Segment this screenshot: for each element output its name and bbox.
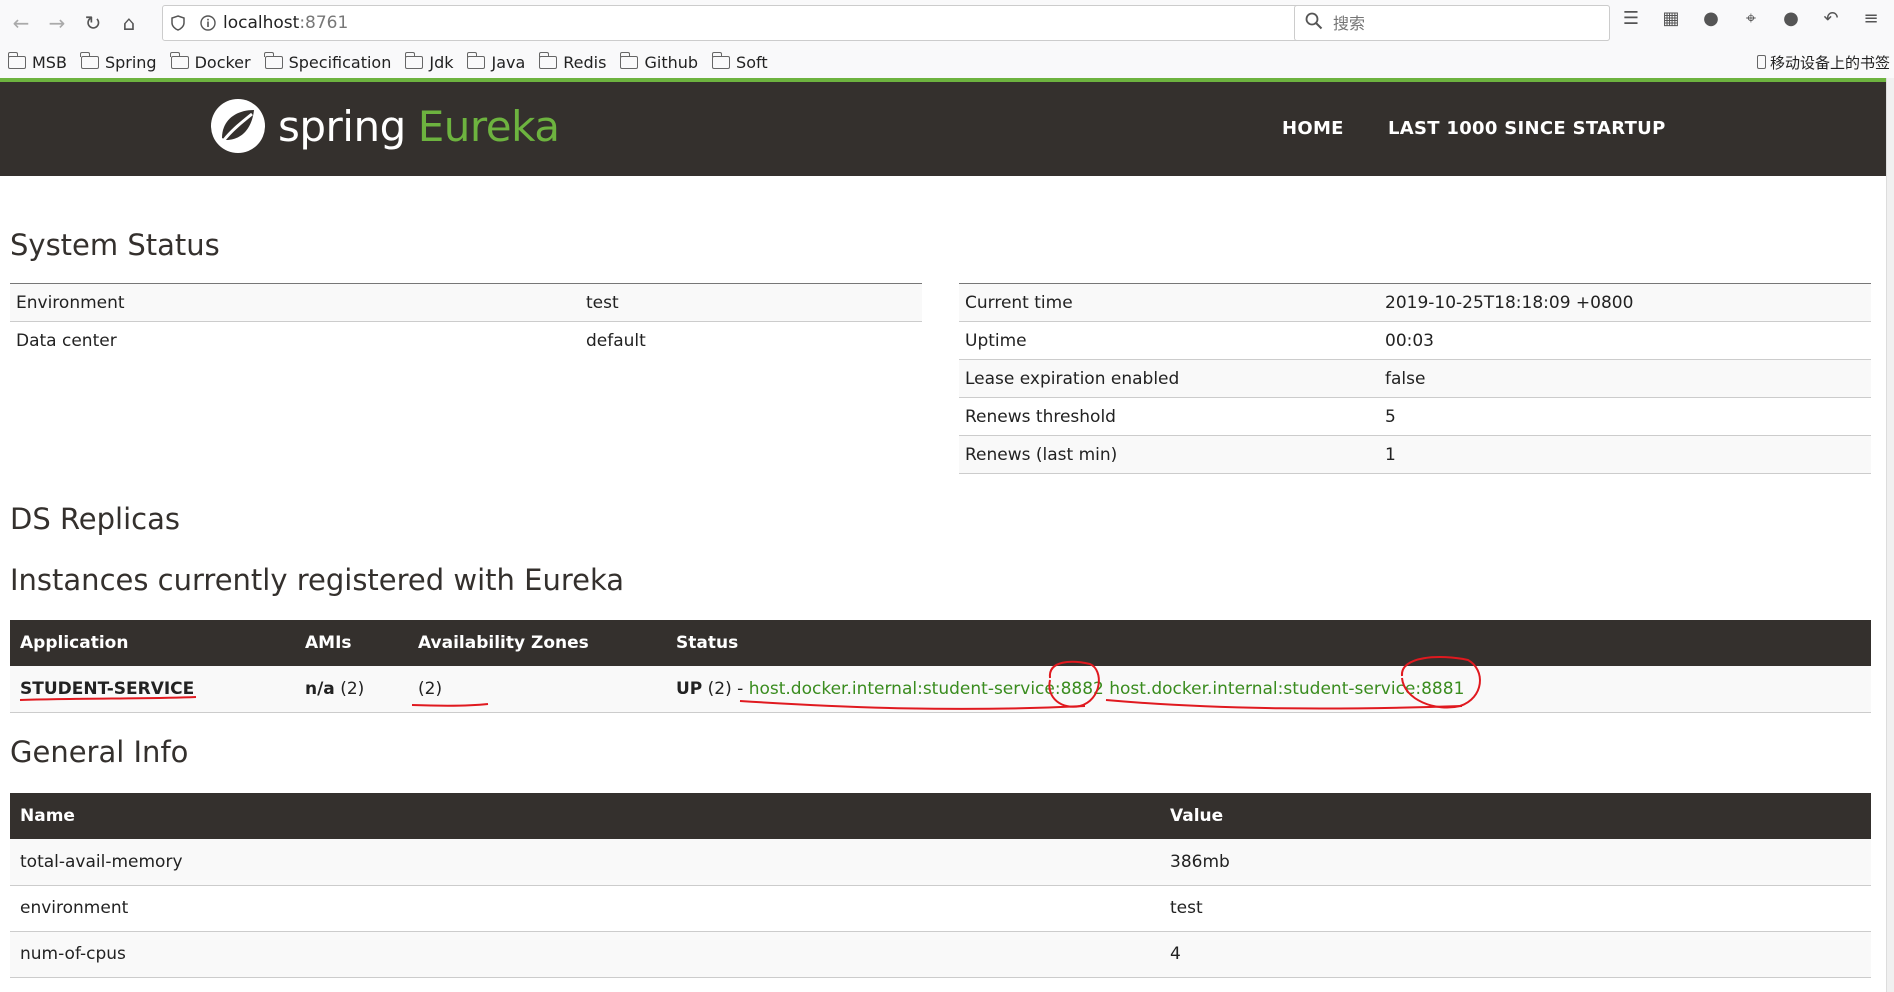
col-application: Application — [10, 620, 295, 666]
url-text: localhost:8761 — [223, 13, 349, 33]
col-availability-zones: Availability Zones — [408, 620, 666, 666]
ds-replicas-title: DS Replicas — [10, 502, 180, 536]
status-cell: UP (2) - host.docker.internal:student-se… — [666, 666, 1871, 713]
spring-leaf-icon — [211, 99, 265, 153]
bookmark-redis[interactable]: Redis — [538, 51, 606, 72]
menu-icon[interactable]: ≡ — [1860, 8, 1882, 29]
folder-icon — [538, 51, 558, 69]
nav-home[interactable]: HOME — [1282, 118, 1344, 139]
table-row: Renews threshold 5 — [959, 397, 1871, 436]
bookmark-msb[interactable]: MSB — [7, 51, 67, 72]
page-scrollbar[interactable] — [1886, 78, 1894, 992]
phone-icon — [1756, 55, 1766, 69]
eureka-header: spring Eureka HOME LAST 1000 SINCE STARTU… — [0, 82, 1886, 176]
bookmark-spring[interactable]: Spring — [80, 51, 157, 72]
undo-icon[interactable]: ↶ — [1820, 8, 1842, 29]
system-status-left-table: Environment test Data center default — [10, 283, 922, 360]
folder-icon — [466, 51, 486, 69]
instances-title: Instances currently registered with Eure… — [10, 563, 625, 597]
bookmark-java[interactable]: Java — [466, 51, 525, 72]
back-icon[interactable]: ← — [6, 8, 36, 38]
bookmark-specification[interactable]: Specification — [264, 51, 391, 72]
col-status: Status — [666, 620, 1871, 666]
table-row: Environment test — [10, 283, 922, 322]
table-row: total-avail-memory 386mb — [10, 839, 1871, 886]
screenshot-icon[interactable]: ⌖ — [1740, 8, 1762, 29]
table-row: Current time 2019-10-25T18:18:09 +0800 — [959, 283, 1871, 322]
spring-eureka-logo[interactable]: spring Eureka — [208, 96, 560, 156]
search-bar[interactable] — [1294, 5, 1610, 41]
table-row: num-of-cpus 4 — [10, 931, 1871, 978]
table-row: STUDENT-SERVICE n/a (2) (2) UP (2) - hos… — [10, 666, 1871, 713]
instance-link-8882[interactable]: host.docker.internal:student-service:888… — [749, 679, 1104, 699]
sidebar-icon[interactable]: ▦ — [1660, 8, 1682, 29]
search-input[interactable] — [1333, 13, 1573, 33]
general-info-table: Name Value total-avail-memory 386mb envi… — [10, 793, 1871, 978]
table-row: environment test — [10, 885, 1871, 932]
table-row: Data center default — [10, 321, 922, 360]
account-icon[interactable]: ● — [1700, 8, 1722, 29]
logo-eureka: Eureka — [417, 101, 560, 151]
system-status-title: System Status — [10, 228, 220, 262]
folder-icon — [170, 51, 189, 69]
col-amis: AMIs — [295, 620, 408, 666]
bookmark-github[interactable]: Github — [619, 51, 698, 72]
logo-spring: spring — [278, 101, 406, 151]
mobile-bookmarks[interactable]: 移动设备上的书签 — [1756, 46, 1894, 78]
search-icon — [1305, 12, 1323, 35]
table-row: Lease expiration enabled false — [959, 359, 1871, 398]
folder-icon — [80, 51, 99, 69]
col-name: Name — [10, 793, 1160, 839]
nav-last-1000[interactable]: LAST 1000 SINCE STARTUP — [1388, 118, 1666, 139]
system-status-right-table: Current time 2019-10-25T18:18:09 +0800 Up… — [959, 283, 1871, 474]
folder-icon — [7, 51, 26, 69]
shield-icon — [163, 15, 193, 31]
table-row: Uptime 00:03 — [959, 321, 1871, 360]
bookmark-soft[interactable]: Soft — [711, 51, 768, 72]
reload-icon[interactable]: ↻ — [78, 8, 108, 38]
instances-table: Application AMIs Availability Zones Stat… — [10, 620, 1871, 713]
general-info-title: General Info — [10, 735, 189, 769]
bookmark-docker[interactable]: Docker — [170, 51, 251, 72]
chat-icon[interactable]: ● — [1780, 8, 1802, 29]
forward-icon[interactable]: → — [42, 8, 72, 38]
col-value: Value — [1160, 793, 1871, 839]
amis-cell: n/a (2) — [295, 666, 408, 713]
home-icon[interactable]: ⌂ — [114, 8, 144, 38]
table-row: Renews (last min) 1 — [959, 435, 1871, 474]
library-icon[interactable]: ☰ — [1620, 8, 1642, 29]
bookmark-jdk[interactable]: Jdk — [404, 51, 453, 72]
folder-icon — [711, 51, 731, 69]
info-icon[interactable] — [193, 15, 223, 31]
app-name: STUDENT-SERVICE — [10, 666, 295, 713]
folder-icon — [264, 51, 283, 69]
zones-cell: (2) — [408, 666, 666, 713]
folder-icon — [619, 51, 639, 69]
bookmarks-bar: MSB Spring Docker Specification Jdk Java… — [0, 46, 1894, 78]
folder-icon — [404, 51, 424, 69]
instance-link-8881[interactable]: host.docker.internal:student-service:888… — [1109, 679, 1464, 699]
